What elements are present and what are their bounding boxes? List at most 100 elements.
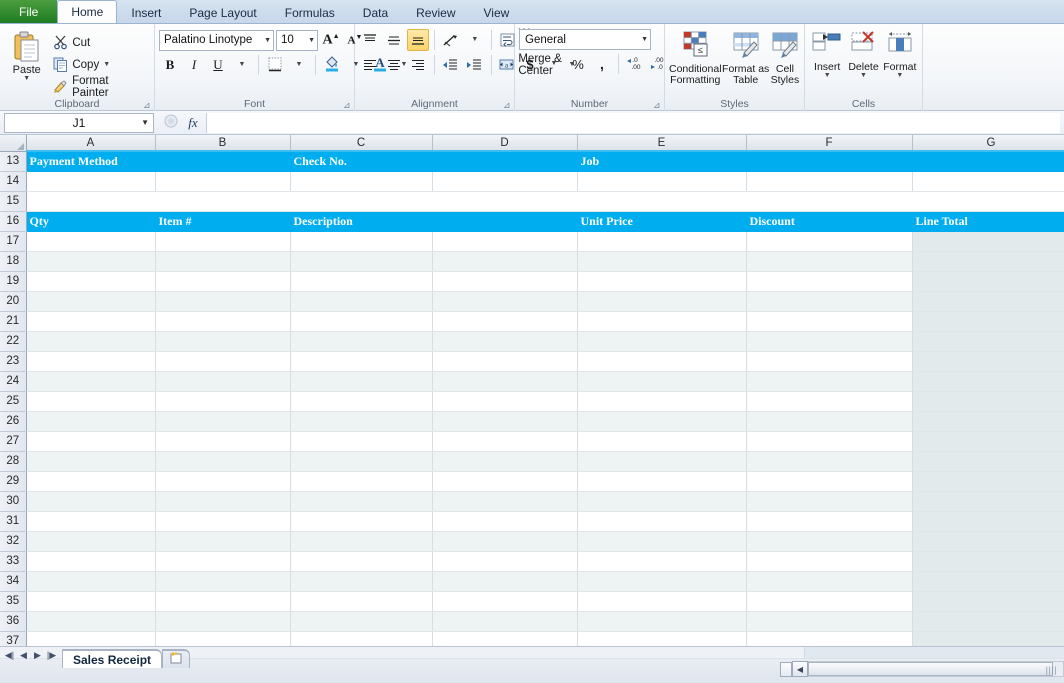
cell-G27[interactable] bbox=[912, 431, 1064, 452]
row-header-16[interactable]: 16 bbox=[0, 211, 27, 232]
cell-A16[interactable]: Qty bbox=[26, 211, 156, 232]
cell-E21[interactable] bbox=[577, 311, 747, 332]
cell-D33[interactable] bbox=[432, 551, 578, 572]
cell-D31[interactable] bbox=[432, 511, 578, 532]
cell-E22[interactable] bbox=[577, 331, 747, 352]
format-as-table-button[interactable]: Format as Table bbox=[722, 29, 770, 86]
cell-E19[interactable] bbox=[577, 271, 747, 292]
tab-view[interactable]: View bbox=[470, 1, 524, 23]
cell-G30[interactable] bbox=[912, 491, 1064, 512]
cell-B22[interactable] bbox=[155, 331, 291, 352]
cell-D36[interactable] bbox=[432, 611, 578, 632]
cell-C33[interactable] bbox=[290, 551, 433, 572]
cell-G29[interactable] bbox=[912, 471, 1064, 492]
row-header-17[interactable]: 17 bbox=[0, 231, 27, 252]
cell-G35[interactable] bbox=[912, 591, 1064, 612]
number-dialog-launcher-icon[interactable]: ⊿ bbox=[653, 101, 662, 110]
row-header-27[interactable]: 27 bbox=[0, 431, 27, 452]
cell-A29[interactable] bbox=[26, 471, 156, 492]
italic-button[interactable]: I bbox=[183, 54, 205, 76]
cell-F35[interactable] bbox=[746, 591, 913, 612]
cell-G18[interactable] bbox=[912, 251, 1064, 272]
cell-A19[interactable] bbox=[26, 271, 156, 292]
cell-A14[interactable] bbox=[26, 171, 156, 192]
cell-B16[interactable]: Item # bbox=[155, 211, 291, 232]
cell-G33[interactable] bbox=[912, 551, 1064, 572]
cell-B33[interactable] bbox=[155, 551, 291, 572]
cell-B27[interactable] bbox=[155, 431, 291, 452]
font-size-combo[interactable]: 10 ▼ bbox=[276, 29, 318, 51]
tab-data[interactable]: Data bbox=[349, 1, 402, 23]
conditional-formatting-button[interactable]: ≤ Conditional Formatting bbox=[669, 29, 722, 86]
row-header-33[interactable]: 33 bbox=[0, 551, 27, 572]
cell-F23[interactable] bbox=[746, 351, 913, 372]
cell-A31[interactable] bbox=[26, 511, 156, 532]
cell-A36[interactable] bbox=[26, 611, 156, 632]
cell-F21[interactable] bbox=[746, 311, 913, 332]
cell-F34[interactable] bbox=[746, 571, 913, 592]
cell-F18[interactable] bbox=[746, 251, 913, 272]
delete-cells-button[interactable]: Delete ▼ bbox=[845, 29, 881, 79]
cell-E13[interactable]: Job bbox=[577, 151, 747, 172]
cell-F17[interactable] bbox=[746, 231, 913, 252]
cell-B24[interactable] bbox=[155, 371, 291, 392]
cell-C37[interactable] bbox=[290, 631, 433, 646]
tab-home[interactable]: Home bbox=[57, 0, 118, 23]
cell-D23[interactable] bbox=[432, 351, 578, 372]
cell-D25[interactable] bbox=[432, 391, 578, 412]
cell-D35[interactable] bbox=[432, 591, 578, 612]
cell-D28[interactable] bbox=[432, 451, 578, 472]
align-middle-button[interactable] bbox=[383, 29, 405, 51]
cell-D22[interactable] bbox=[432, 331, 578, 352]
cell-A34[interactable] bbox=[26, 571, 156, 592]
cell-A28[interactable] bbox=[26, 451, 156, 472]
font-dialog-launcher-icon[interactable]: ⊿ bbox=[343, 101, 352, 110]
sheet-tab-sales-receipt[interactable]: Sales Receipt bbox=[62, 649, 163, 668]
cut-button[interactable]: Cut bbox=[49, 32, 150, 53]
spreadsheet-grid[interactable]: A B C D E F G 13 Payment Method Check No. J… bbox=[0, 135, 1064, 646]
cell-E37[interactable] bbox=[577, 631, 747, 646]
select-all-corner[interactable] bbox=[0, 135, 27, 152]
currency-button[interactable]: $ bbox=[519, 53, 541, 75]
cell-E23[interactable] bbox=[577, 351, 747, 372]
cell-G22[interactable] bbox=[912, 331, 1064, 352]
cell-G26[interactable] bbox=[912, 411, 1064, 432]
cell-D32[interactable] bbox=[432, 531, 578, 552]
paste-button[interactable]: Paste ▼ bbox=[4, 29, 49, 82]
row-header-13[interactable]: 13 bbox=[0, 151, 27, 172]
cell-B30[interactable] bbox=[155, 491, 291, 512]
cell-C29[interactable] bbox=[290, 471, 433, 492]
cell-D30[interactable] bbox=[432, 491, 578, 512]
cell-B35[interactable] bbox=[155, 591, 291, 612]
cell-A21[interactable] bbox=[26, 311, 156, 332]
underline-dropdown[interactable]: ▼ bbox=[231, 54, 253, 76]
cell-D15[interactable] bbox=[432, 191, 577, 212]
row-header-19[interactable]: 19 bbox=[0, 271, 27, 292]
row-header-23[interactable]: 23 bbox=[0, 351, 27, 372]
cell-E16[interactable]: Unit Price bbox=[577, 211, 747, 232]
cell-A22[interactable] bbox=[26, 331, 156, 352]
column-header-c[interactable]: C bbox=[290, 135, 433, 152]
cell-C34[interactable] bbox=[290, 571, 433, 592]
cell-B31[interactable] bbox=[155, 511, 291, 532]
cell-B36[interactable] bbox=[155, 611, 291, 632]
cell-B37[interactable] bbox=[155, 631, 291, 646]
cell-B29[interactable] bbox=[155, 471, 291, 492]
cell-F15[interactable] bbox=[746, 191, 912, 212]
cell-C36[interactable] bbox=[290, 611, 433, 632]
row-header-25[interactable]: 25 bbox=[0, 391, 27, 412]
formula-input[interactable] bbox=[206, 112, 1060, 133]
increase-indent-button[interactable] bbox=[464, 54, 486, 76]
cell-A24[interactable] bbox=[26, 371, 156, 392]
align-top-button[interactable] bbox=[359, 29, 381, 51]
column-header-d[interactable]: D bbox=[432, 135, 578, 152]
cell-B21[interactable] bbox=[155, 311, 291, 332]
cell-E17[interactable] bbox=[577, 231, 747, 252]
row-header-14[interactable]: 14 bbox=[0, 171, 27, 192]
insert-worksheet-button[interactable] bbox=[162, 649, 191, 668]
cell-F19[interactable] bbox=[746, 271, 913, 292]
cell-D16[interactable] bbox=[432, 211, 578, 232]
cell-G32[interactable] bbox=[912, 531, 1064, 552]
clipboard-dialog-launcher-icon[interactable]: ⊿ bbox=[143, 101, 152, 110]
cell-E34[interactable] bbox=[577, 571, 747, 592]
